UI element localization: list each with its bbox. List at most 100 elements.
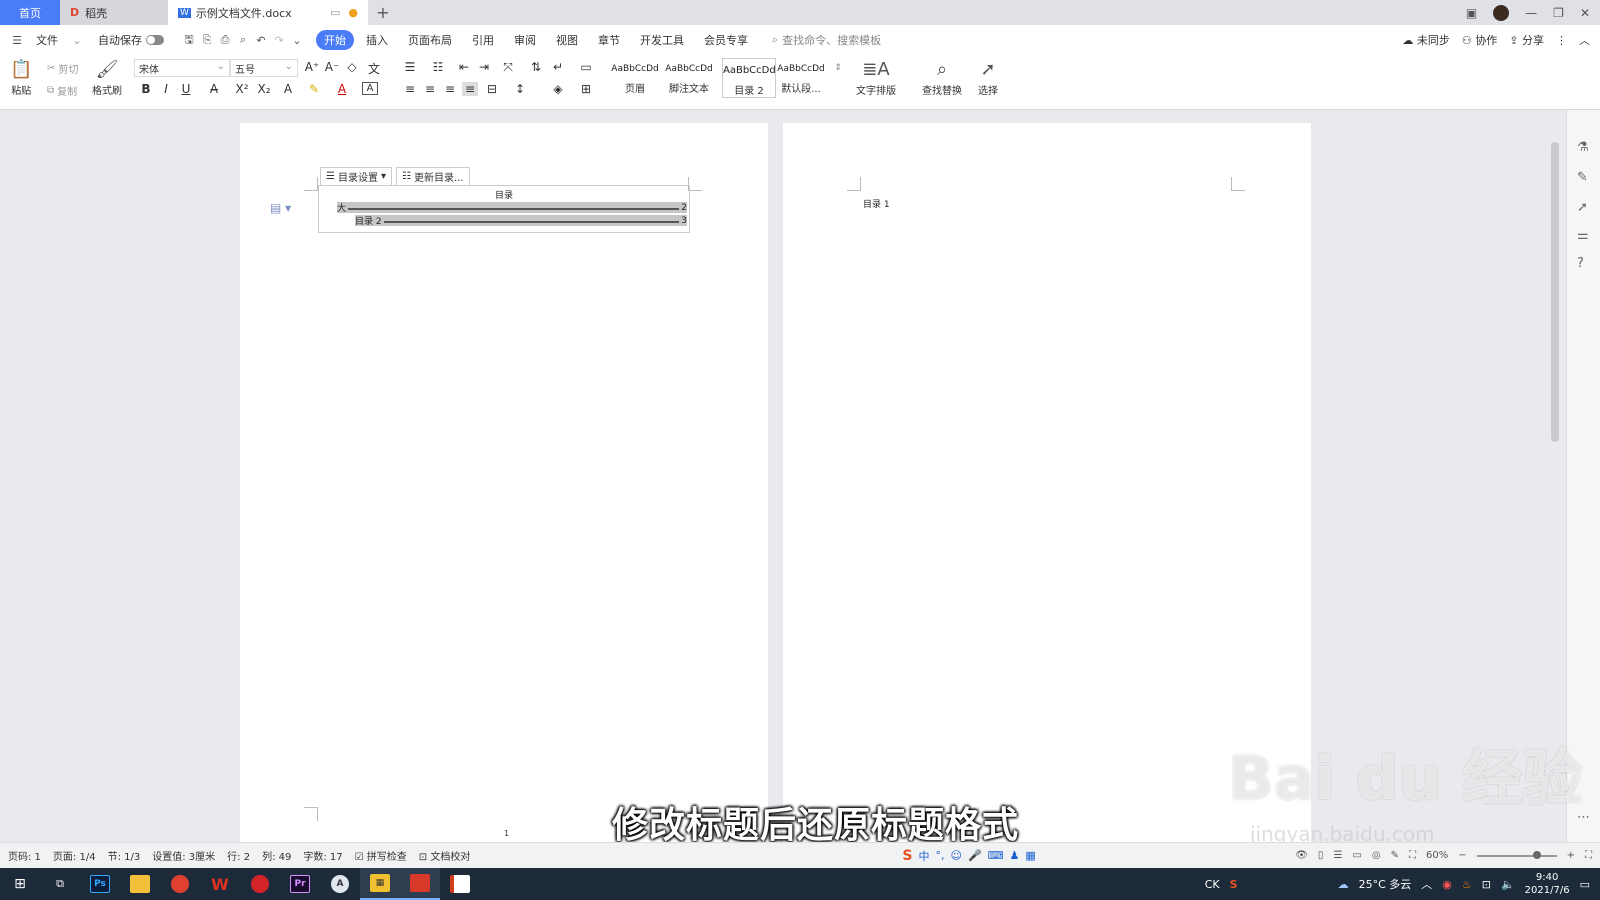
format-painter-button[interactable]: 🖌 格式刷 [92, 58, 122, 97]
more-chevron-icon[interactable]: ⌄ [290, 33, 304, 47]
style-footnote[interactable]: AaBbCcDd 脚注文本 [662, 58, 716, 98]
toolbox-icon[interactable]: ▦ [1025, 849, 1035, 862]
notification-icon[interactable]: ▭ [1580, 878, 1590, 891]
punctuation-icon[interactable]: °, [935, 849, 944, 862]
record-icon[interactable]: ◉ [1442, 878, 1452, 891]
keyboard-icon[interactable]: ⌨ [988, 849, 1004, 862]
shrink-font-icon[interactable]: A⁻ [324, 60, 340, 74]
undo-icon[interactable]: ↶ [254, 33, 268, 47]
taskbar-explorer[interactable] [120, 868, 160, 900]
bold-icon[interactable]: B [138, 82, 154, 96]
microphone-icon[interactable]: 🎤 [968, 849, 982, 862]
line-spacing-icon[interactable]: ↕ [512, 82, 528, 96]
task-view-button[interactable]: ⧉ [40, 868, 80, 900]
shading-icon[interactable]: ◈ [550, 82, 566, 96]
fullscreen-icon[interactable]: ⛶ [1585, 850, 1592, 861]
start-button[interactable]: ⊞ [0, 868, 40, 900]
outline-view-icon[interactable]: ☰ [1333, 850, 1342, 861]
new-tab-button[interactable]: + [368, 0, 398, 25]
font-size-select[interactable]: 五号 ⌄ [230, 59, 298, 77]
emoji-icon[interactable]: ☺ [950, 849, 961, 862]
tab-section[interactable]: 章节 [590, 30, 628, 50]
share-button[interactable]: ⇪ 分享 [1509, 32, 1544, 48]
style-toc2[interactable]: AaBbCcDd 目录 2 [722, 58, 776, 98]
toc-block[interactable]: 目录 大 2 目录 2 3 [318, 185, 690, 233]
font-color-icon[interactable]: A [334, 82, 350, 96]
sort-icon[interactable]: ⇅ [528, 60, 544, 74]
write-view-icon[interactable]: ✎ [1391, 850, 1399, 861]
page-view-icon[interactable]: ▯ [1318, 850, 1324, 861]
autosave-toggle[interactable] [146, 35, 164, 45]
status-word-count[interactable]: 字数: 17 [303, 848, 342, 863]
network-icon[interactable]: ⊡ [1482, 878, 1491, 891]
ruler-icon[interactable]: ▭ [578, 60, 594, 74]
zoom-slider[interactable] [1476, 850, 1557, 859]
file-menu[interactable]: 文件 [28, 30, 66, 50]
more-icon[interactable]: ⋮ [1556, 34, 1567, 47]
toc-entry[interactable]: 大 2 [337, 202, 687, 214]
avatar[interactable] [1493, 4, 1510, 21]
clock[interactable]: 9:40 2021/7/6 [1525, 871, 1570, 897]
clear-format-icon[interactable]: ◇ [344, 60, 360, 74]
bullet-list-icon[interactable]: ☰ [402, 60, 418, 74]
align-right-icon[interactable]: ≡ [442, 82, 458, 96]
close-icon[interactable]: ✕ [1580, 6, 1590, 20]
tab-member[interactable]: 会员专享 [696, 30, 756, 50]
highlight-icon[interactable]: ✎ [306, 82, 322, 96]
heading-text[interactable]: 目录 1 [863, 197, 890, 210]
taskbar-netease-music[interactable] [240, 868, 280, 900]
restore-icon[interactable]: ❐ [1553, 6, 1564, 20]
adjust-icon[interactable]: ⚌ [1577, 228, 1589, 243]
tab-insert[interactable]: 插入 [358, 30, 396, 50]
tab-references[interactable]: 引用 [464, 30, 502, 50]
toc-settings-button[interactable]: ☰ 目录设置 ▾ [320, 167, 392, 186]
hamburger-icon[interactable]: ☰ [10, 33, 24, 47]
toc-update-button[interactable]: ☷ 更新目录... [396, 167, 470, 186]
increase-indent-icon[interactable]: ⇥ [476, 60, 492, 74]
tray-lang[interactable]: CK [1205, 878, 1220, 891]
paragraph-handle-icon[interactable]: ▤ ▾ [270, 201, 291, 215]
document-page-1[interactable]: ▤ ▾ ☰ 目录设置 ▾ ☷ 更新目录... 目录 大 2 目录 2 3 1 [240, 123, 768, 842]
taskbar-premiere[interactable]: Pr [280, 868, 320, 900]
print-preview-icon[interactable]: ⌕ [236, 33, 250, 47]
redo-icon[interactable]: ↷ [272, 33, 286, 47]
subscript-icon[interactable]: X₂ [256, 82, 272, 96]
taskbar-wps-writer[interactable] [400, 868, 440, 900]
eye-protection-icon[interactable]: 👁 [1295, 850, 1308, 861]
zoom-level[interactable]: 60% [1426, 850, 1448, 861]
scroll-thumb[interactable] [1551, 142, 1559, 442]
decrease-indent-icon[interactable]: ⇤ [456, 60, 472, 74]
web-view-icon[interactable]: ◎ [1372, 850, 1381, 861]
tab-home[interactable]: 首页 [0, 0, 60, 25]
phonetic-icon[interactable]: 文 [366, 60, 382, 77]
justify-icon[interactable]: ≡ [462, 82, 478, 96]
style-panel-icon[interactable]: ⚗ [1577, 140, 1589, 155]
export-icon[interactable]: ⎘ [200, 33, 214, 47]
char-border-icon[interactable]: A [362, 82, 378, 95]
tab-review[interactable]: 审阅 [506, 30, 544, 50]
ime-language[interactable]: 中 [918, 848, 929, 864]
chinese-layout-icon[interactable]: ⤧ [500, 60, 516, 75]
layout-icon[interactable]: ▣ [1466, 6, 1477, 20]
style-header[interactable]: AaBbCcDd 页眉 [608, 58, 662, 98]
tab-daoke[interactable]: D 稻壳 [60, 0, 168, 25]
tab-document[interactable]: W 示例文档文件.docx ▭ ● [168, 0, 368, 25]
tray-expand-icon[interactable]: ︿ [1421, 876, 1432, 892]
fit-page-icon[interactable]: ⛶ [1409, 850, 1416, 861]
edit-icon[interactable]: ✎ [1577, 170, 1588, 185]
select-pointer-icon[interactable]: ➚ [1577, 200, 1588, 215]
style-default[interactable]: AaBbCcDd 默认段... [774, 58, 828, 98]
minimize-icon[interactable]: — [1525, 6, 1537, 20]
taskbar-video-editor[interactable]: ▦ [360, 868, 400, 900]
cut-button[interactable]: ✂ 剪切 [47, 61, 78, 76]
toc-entry[interactable]: 目录 2 3 [355, 215, 687, 227]
show-marks-icon[interactable]: ↵ [550, 60, 566, 74]
underline-icon[interactable]: U [178, 82, 194, 96]
copy-button[interactable]: ⧉ 复制 [47, 83, 77, 98]
find-replace-button[interactable]: ⌕ 查找替换 [922, 58, 962, 97]
save-icon[interactable]: 🖫 [182, 33, 196, 47]
reading-view-icon[interactable]: ▭ [1352, 850, 1361, 861]
taskbar-photoshop[interactable]: Ps [80, 868, 120, 900]
zoom-slider-handle[interactable] [1532, 850, 1541, 859]
borders-icon[interactable]: ⊞ [578, 82, 594, 96]
